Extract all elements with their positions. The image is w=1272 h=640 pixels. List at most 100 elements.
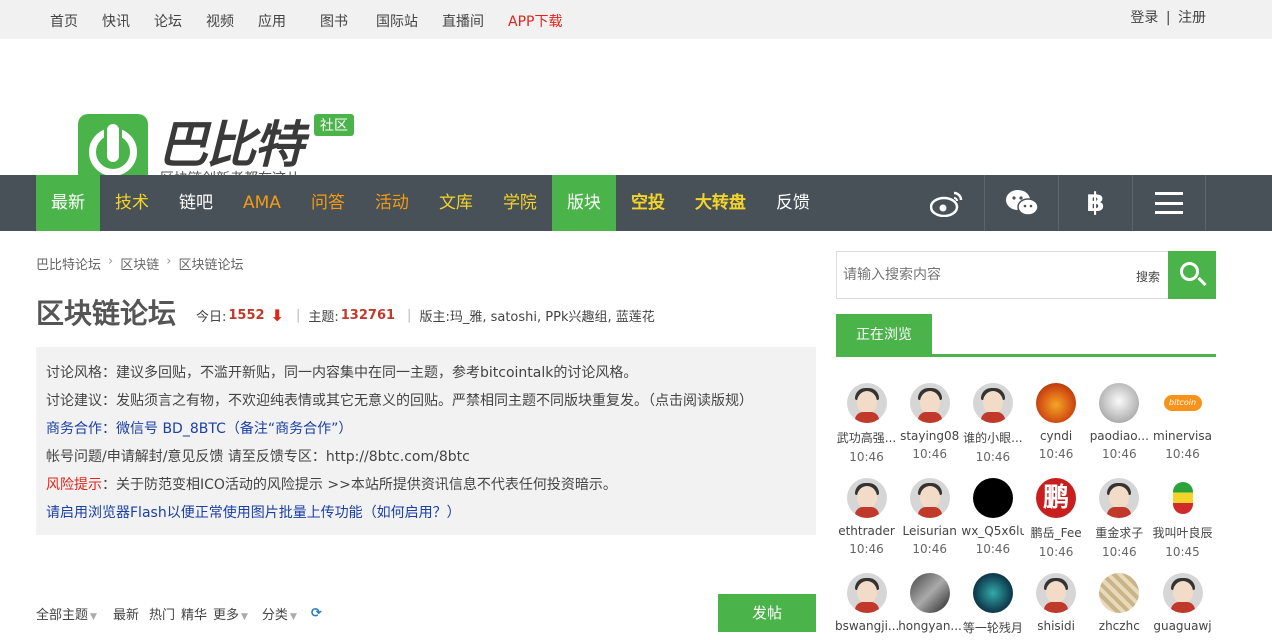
register-link[interactable]: 注册	[1178, 10, 1206, 26]
avatar[interactable]	[846, 573, 887, 613]
filter-all-topics[interactable]: 全部主题 ▼	[36, 604, 97, 623]
nav-item-academy[interactable]: 学院	[488, 175, 552, 231]
top-nav-live[interactable]: 直播间	[442, 11, 484, 31]
browsing-user[interactable]: Leisurian 10:46	[898, 478, 961, 556]
nav-item-qa[interactable]: 问答	[296, 175, 360, 231]
avatar[interactable]	[1162, 573, 1203, 613]
user-name[interactable]: 重金求子	[1088, 524, 1151, 541]
top-nav-home[interactable]: 首页	[50, 11, 78, 31]
browsing-user[interactable]: paodiao... 10:46	[1088, 383, 1151, 461]
avatar[interactable]	[909, 478, 950, 518]
top-nav-apps[interactable]: 应用	[258, 11, 286, 31]
user-name[interactable]: 鹏岳_Fee	[1025, 524, 1088, 541]
user-name[interactable]: guaguawj	[1151, 619, 1214, 633]
nav-item-boards[interactable]: 版块	[551, 175, 616, 231]
refresh-icon[interactable]: ⟳	[311, 606, 322, 621]
breadcrumb-forum[interactable]: 巴比特论坛	[36, 254, 101, 273]
avatar[interactable]	[972, 383, 1013, 423]
user-name[interactable]: minervisa	[1151, 429, 1214, 443]
weibo-icon[interactable]	[910, 175, 984, 231]
browsing-user[interactable]: cyndi 10:46	[1025, 383, 1088, 461]
risk-label[interactable]: 风险提示	[46, 477, 102, 493]
nav-item-feedback[interactable]: 反馈	[761, 175, 825, 231]
filter-more[interactable]: 更多 ▼	[213, 604, 248, 623]
tab-now-browsing[interactable]: 正在浏览	[836, 314, 932, 356]
avatar[interactable]	[1162, 478, 1203, 518]
nav-item-library[interactable]: 文库	[424, 175, 488, 231]
browsing-user[interactable]: 鹏鹏岳_Fee 10:46	[1025, 478, 1088, 559]
flash-link[interactable]: 请启用浏览器Flash以便正常使用图片批量上传功能	[46, 505, 363, 521]
rule-business[interactable]: 商务合作：微信号 BD_8BTC（备注“商务合作”）	[46, 415, 806, 443]
browsing-user[interactable]: hongyan...	[898, 573, 961, 637]
browsing-user[interactable]: guaguawj	[1151, 573, 1214, 637]
avatar[interactable]	[1099, 573, 1140, 613]
avatar[interactable]: bitcoin	[1162, 383, 1203, 423]
browsing-user[interactable]: 谁的小眼... 10:46	[961, 383, 1024, 464]
nav-item-wheel[interactable]: 大转盘	[680, 175, 761, 231]
browsing-user[interactable]: 武功高强... 10:46	[835, 383, 898, 464]
nav-item-lianba[interactable]: 链吧	[164, 175, 228, 231]
top-nav-app-download[interactable]: APP下载	[508, 11, 562, 31]
user-name[interactable]: 谁的小眼...	[961, 429, 1024, 446]
user-name[interactable]: 武功高强...	[835, 429, 898, 446]
nav-item-tech[interactable]: 技术	[100, 175, 164, 231]
user-name[interactable]: Leisurian	[898, 524, 961, 538]
top-nav-video[interactable]: 视频	[206, 11, 234, 31]
browsing-user[interactable]: bitcoin minervisa 10:46	[1151, 383, 1214, 461]
new-post-button[interactable]: 发帖	[718, 594, 816, 632]
avatar[interactable]	[972, 573, 1013, 613]
breadcrumb-blockchain-forum[interactable]: 区块链论坛	[178, 254, 243, 273]
browsing-user[interactable]: 等一轮残月	[961, 573, 1024, 640]
user-name[interactable]: cyndi	[1025, 429, 1088, 443]
user-name[interactable]: 我叫叶良辰	[1151, 524, 1214, 541]
avatar[interactable]	[909, 383, 950, 423]
nav-item-latest[interactable]: 最新	[36, 175, 100, 231]
avatar[interactable]	[1036, 573, 1077, 613]
filter-hot[interactable]: 热门	[149, 604, 175, 623]
browsing-user[interactable]: staying08 10:46	[898, 383, 961, 461]
search-label[interactable]: 搜索	[1136, 268, 1160, 285]
nav-item-airdrop[interactable]: 空投	[616, 175, 680, 231]
browsing-user[interactable]: wx_Q5x6lu 10:46	[961, 478, 1024, 556]
nav-item-events[interactable]: 活动	[360, 175, 424, 231]
avatar[interactable]	[909, 573, 950, 613]
nav-item-ama[interactable]: AMA	[228, 175, 296, 231]
top-nav-news[interactable]: 快讯	[102, 11, 130, 31]
filter-digest[interactable]: 精华	[181, 604, 207, 623]
bitcoin-icon[interactable]: ฿	[1058, 175, 1132, 231]
user-name[interactable]: bswangji...	[835, 619, 898, 633]
user-name[interactable]: zhczhc	[1088, 619, 1151, 633]
filter-latest[interactable]: 最新	[113, 604, 139, 623]
browsing-user[interactable]: ethtrader 10:46	[835, 478, 898, 556]
search-button[interactable]	[1168, 251, 1216, 299]
avatar[interactable]	[846, 383, 887, 423]
top-nav-books[interactable]: 图书	[320, 11, 348, 31]
top-nav-forum[interactable]: 论坛	[154, 11, 182, 31]
user-name[interactable]: ethtrader	[835, 524, 898, 538]
browsing-user[interactable]: 重金求子 10:46	[1088, 478, 1151, 559]
avatar[interactable]	[1099, 383, 1140, 423]
browsing-user[interactable]: bswangji...	[835, 573, 898, 637]
avatar[interactable]	[846, 478, 887, 518]
user-name[interactable]: paodiao...	[1088, 429, 1151, 443]
avatar[interactable]: 鹏	[1036, 478, 1077, 518]
user-name[interactable]: hongyan...	[898, 619, 961, 633]
user-name[interactable]: shisidi	[1025, 619, 1088, 633]
menu-icon[interactable]	[1132, 175, 1206, 231]
logo-icon[interactable]	[78, 114, 148, 184]
search-input[interactable]	[837, 252, 1127, 298]
browsing-user[interactable]: shisidi	[1025, 573, 1088, 637]
user-name[interactable]: staying08	[898, 429, 961, 443]
logo-text[interactable]: 巴比特	[158, 105, 304, 177]
avatar[interactable]	[1036, 383, 1077, 423]
top-nav-intl[interactable]: 国际站	[376, 11, 418, 31]
breadcrumb-blockchain[interactable]: 区块链	[120, 254, 159, 273]
user-name[interactable]: wx_Q5x6lu	[961, 524, 1024, 538]
avatar[interactable]	[972, 478, 1013, 518]
wechat-icon[interactable]	[984, 175, 1058, 231]
flash-howto-link[interactable]: （如何启用？）	[363, 505, 461, 521]
avatar[interactable]	[1099, 478, 1140, 518]
login-link[interactable]: 登录	[1130, 10, 1158, 26]
browsing-user[interactable]: zhczhc	[1088, 573, 1151, 637]
browsing-user[interactable]: 我叫叶良辰 10:45	[1151, 478, 1214, 559]
